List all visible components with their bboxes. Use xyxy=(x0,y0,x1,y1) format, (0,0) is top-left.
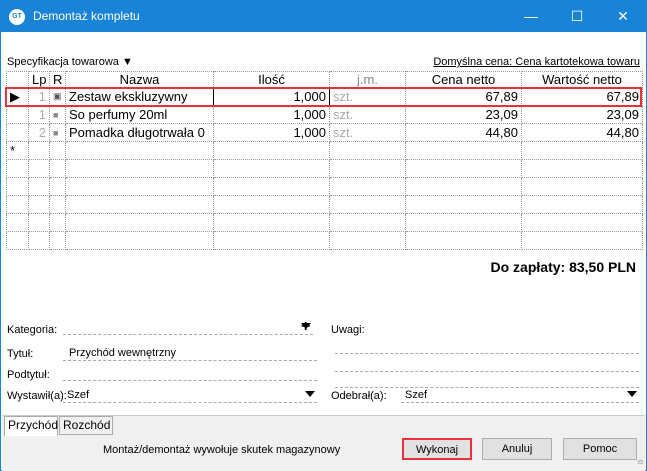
cell-qty[interactable]: 1,000 xyxy=(213,123,330,142)
row-indicator-header xyxy=(6,71,29,88)
empty-row xyxy=(6,195,643,214)
current-row-icon: ▶ xyxy=(6,87,29,106)
odebral-select[interactable]: Szef xyxy=(401,387,639,403)
tab-rozchod[interactable]: Rozchód xyxy=(59,416,113,435)
cell-price: 44,80 xyxy=(405,123,522,142)
execute-button[interactable]: Wykonaj xyxy=(402,438,472,460)
tab-przychod[interactable]: Przychód xyxy=(4,416,58,436)
new-row-icon: * xyxy=(6,141,29,160)
empty-row xyxy=(6,213,643,232)
tytul-label: Tytuł: xyxy=(7,348,34,360)
help-button[interactable]: Pomoc xyxy=(563,438,637,460)
row-indicator xyxy=(6,105,29,124)
add-category-button[interactable]: + xyxy=(301,318,310,336)
chevron-down-icon xyxy=(305,391,315,397)
app-logo-icon: GT xyxy=(9,9,25,25)
cell-price: 23,09 xyxy=(405,105,522,124)
table-row[interactable]: 1 ■ So perfumy 20ml 1,000 szt. 23,09 23,… xyxy=(6,105,643,124)
wystawil-value: Szef xyxy=(67,389,90,401)
cell-value: 67,89 xyxy=(521,87,643,106)
cell-lp: 1 xyxy=(28,87,50,106)
cell-qty[interactable]: 1,000 xyxy=(213,105,330,124)
podtytul-label: Podtytuł: xyxy=(7,369,50,381)
cell-lp: 1 xyxy=(28,105,50,124)
cell-name[interactable]: Zestaw ekskluzywny xyxy=(65,87,214,106)
cancel-button[interactable]: Anuluj xyxy=(482,438,552,460)
spec-label: Specyfikacja towarowa xyxy=(7,56,119,68)
cell-unit: szt. xyxy=(329,105,406,124)
cell-value: 23,09 xyxy=(521,105,643,124)
item-icon: ■ xyxy=(49,123,66,142)
wystawil-select[interactable]: Szef xyxy=(63,387,317,403)
col-nazwa[interactable]: Nazwa xyxy=(65,71,214,88)
warehouse-note: Montaż/demontaż wywołuje skutek magazyno… xyxy=(103,444,341,456)
window-title: Demontaż kompletu xyxy=(33,9,140,23)
empty-row xyxy=(6,231,643,250)
kategoria-label: Kategoria: xyxy=(7,324,58,336)
close-button[interactable]: ✕ xyxy=(600,1,646,32)
cell-unit: szt. xyxy=(329,123,406,142)
wystawil-label: Wystawił(a): xyxy=(7,390,67,402)
empty-row xyxy=(6,177,643,196)
col-jm[interactable]: j.m. xyxy=(329,71,406,88)
row-indicator xyxy=(6,123,29,142)
chevron-down-icon xyxy=(627,391,637,397)
total-amount: Do zapłaty: 83,50 PLN xyxy=(490,259,637,275)
default-price-link[interactable]: Domyślna cena: Cena kartotekowa towaru xyxy=(433,56,640,68)
odebral-label: Odebrał(a): xyxy=(331,390,387,402)
podtytul-input[interactable] xyxy=(63,365,317,381)
uwagi-input-line3[interactable] xyxy=(335,372,639,388)
new-row[interactable]: * xyxy=(6,141,643,160)
title-bar: GT Demontaż kompletu — ☐ ✕ xyxy=(1,1,646,32)
kategoria-select[interactable] xyxy=(63,319,313,335)
cell-unit: szt. xyxy=(329,87,406,106)
minimize-button[interactable]: — xyxy=(508,1,554,32)
col-wartosc[interactable]: Wartość netto xyxy=(521,71,643,88)
table-row[interactable]: 2 ■ Pomadka długotrwała 0 1,000 szt. 44,… xyxy=(6,123,643,142)
col-lp[interactable]: Lp xyxy=(28,71,50,88)
caret-down-icon: ▼ xyxy=(121,56,133,68)
set-icon: ▣ xyxy=(49,87,66,106)
uwagi-input-line2[interactable] xyxy=(335,354,639,372)
cell-name[interactable]: So perfumy 20ml xyxy=(65,105,214,124)
item-icon: ■ xyxy=(49,105,66,124)
grid-header: Lp R Nazwa Ilość j.m. Cena netto Wartość… xyxy=(6,71,643,88)
cell-price: 67,89 xyxy=(405,87,522,106)
cell-name[interactable]: Pomadka długotrwała 0 xyxy=(65,123,214,142)
col-ilosc[interactable]: Ilość xyxy=(213,71,330,88)
uwagi-input[interactable] xyxy=(335,336,639,354)
cell-lp: 2 xyxy=(28,123,50,142)
items-grid[interactable]: Lp R Nazwa Ilość j.m. Cena netto Wartość… xyxy=(6,71,643,250)
cell-value: 44,80 xyxy=(521,123,643,142)
spec-dropdown[interactable]: Specyfikacja towarowa ▼ xyxy=(7,56,133,68)
resize-grip-icon[interactable]: ≏ xyxy=(636,457,644,468)
maximize-button[interactable]: ☐ xyxy=(554,1,600,32)
cell-qty[interactable]: 1,000 xyxy=(213,87,330,106)
table-row[interactable]: ▶ 1 ▣ Zestaw ekskluzywny 1,000 szt. 67,8… xyxy=(6,87,643,106)
col-r[interactable]: R xyxy=(49,71,66,88)
empty-row xyxy=(6,159,643,178)
col-cena[interactable]: Cena netto xyxy=(405,71,522,88)
uwagi-label: Uwagi: xyxy=(331,324,365,336)
odebral-value: Szef xyxy=(405,389,428,401)
tytul-input[interactable]: Przychód wewnętrzny xyxy=(63,345,317,361)
dialog-window: GT Demontaż kompletu — ☐ ✕ Specyfikacja … xyxy=(0,0,647,471)
